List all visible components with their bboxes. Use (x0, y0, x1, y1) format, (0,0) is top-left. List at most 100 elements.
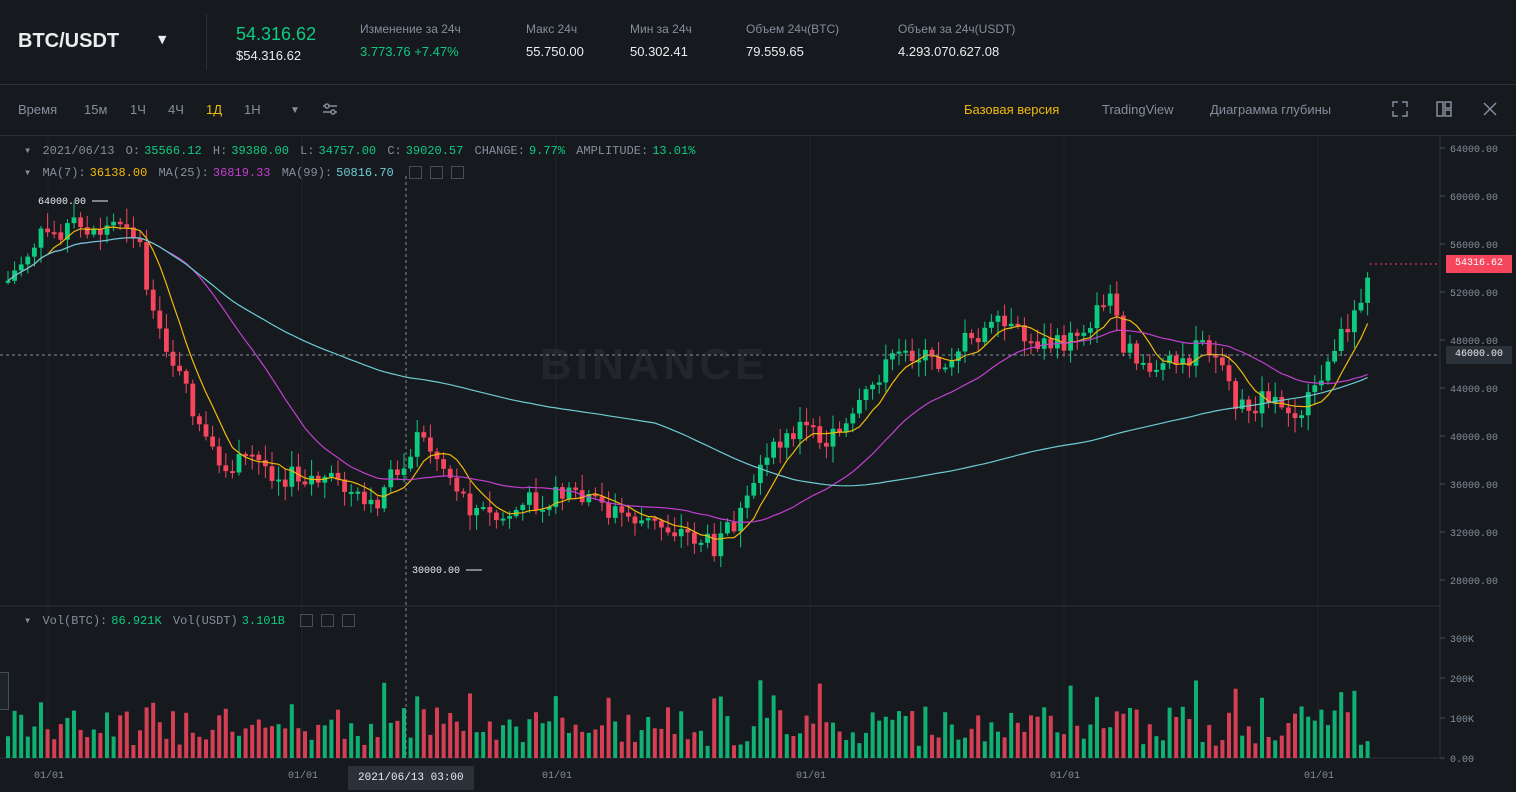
price-tick-label: 40000.00 (1450, 433, 1498, 444)
high-marker-label: 64000.00 (38, 197, 86, 208)
candle-body (157, 310, 163, 329)
view-depth-chart[interactable]: Диаграмма глубины (1210, 102, 1331, 117)
binance-watermark: BINANCE (540, 340, 769, 389)
ma-settings-icon[interactable] (408, 166, 422, 180)
interval-1d[interactable]: 1Д (206, 102, 222, 117)
candle-body (850, 413, 856, 424)
panel-resize-handle[interactable] (0, 672, 9, 710)
legend-change-label: CHANGE: (474, 144, 525, 158)
volume-bar (626, 714, 631, 758)
volume-bar (890, 719, 895, 758)
stat-label: Макс 24ч (526, 22, 578, 36)
candle-body (1048, 338, 1054, 349)
interval-4h[interactable]: 4Ч (168, 102, 184, 117)
candle-body (263, 460, 268, 467)
vol-visibility-icon[interactable] (321, 614, 335, 628)
candle-body (619, 506, 625, 513)
legend-close: 39020.57 (405, 144, 464, 158)
volume-bar (1220, 740, 1225, 758)
candle-body (909, 350, 915, 362)
stat-low: Мин за 24ч 50.302.41 (630, 22, 692, 59)
volume-bar (1306, 716, 1311, 758)
volume-bar (283, 728, 288, 758)
volume-bar (758, 680, 763, 758)
ma-close-icon[interactable] (450, 166, 464, 180)
interval-1w[interactable]: 1Н (244, 102, 261, 117)
candle-body (1338, 328, 1344, 351)
candle-body (890, 353, 895, 360)
view-basic[interactable]: Базовая версия (964, 102, 1059, 117)
vol-close-icon[interactable] (342, 614, 356, 628)
volume-bar (553, 696, 558, 758)
candle-body (1286, 407, 1291, 414)
chevron-down-icon[interactable]: ▼ (158, 33, 166, 46)
candlestick-chart[interactable]: 64000.0060000.0056000.0052000.0048000.00… (0, 136, 1516, 792)
volume-bar (98, 733, 103, 758)
candle-body (962, 332, 968, 352)
volume-bar (804, 715, 809, 758)
volume-bar (593, 729, 598, 758)
legend-amplitude: 13.01% (652, 144, 696, 158)
volume-bar (613, 721, 618, 758)
volume-bar (864, 732, 868, 758)
volume-bar (388, 722, 393, 758)
layout-grid-icon[interactable] (1434, 99, 1454, 119)
candle-body (731, 522, 737, 532)
candle-body (500, 518, 506, 521)
settings-sliders-icon[interactable] (320, 99, 340, 119)
candle-body (626, 512, 631, 517)
volume-bar (507, 719, 512, 758)
candle-body (791, 433, 796, 440)
pair-selector[interactable]: BTC/USDT (18, 30, 119, 53)
volume-bar (1134, 709, 1139, 758)
close-icon[interactable] (1480, 99, 1500, 119)
volume-bar (421, 709, 426, 758)
candle-body (659, 520, 664, 528)
candle-body (1154, 369, 1159, 372)
volume-bar (580, 731, 585, 758)
collapse-arrow-icon[interactable]: ▾ (24, 166, 31, 180)
volume-bar (138, 730, 142, 758)
volume-bar (732, 745, 736, 758)
volume-bar (560, 717, 565, 758)
volume-bar (441, 723, 446, 758)
candle-body (144, 242, 149, 290)
view-tradingview[interactable]: TradingView (1102, 102, 1174, 117)
volume-bar (256, 719, 261, 758)
volume-bar (1154, 736, 1159, 758)
candle-body (414, 432, 420, 457)
volume-bar (1279, 735, 1284, 758)
candle-body (381, 487, 387, 509)
volume-bar (699, 730, 703, 758)
volume-bar (382, 682, 387, 758)
volume-bar (784, 734, 789, 758)
volume-bar (501, 725, 505, 758)
volume-bar (1207, 724, 1212, 758)
volume-bar (237, 735, 241, 758)
volume-bar (600, 725, 604, 758)
volume-bar (936, 737, 941, 758)
candle-body (777, 441, 783, 448)
collapse-arrow-icon[interactable]: ▾ (24, 614, 31, 628)
candle-body (474, 508, 479, 516)
volume-bar (712, 698, 717, 758)
volume-bar (151, 702, 156, 758)
interval-dropdown-icon[interactable]: ▼ (290, 105, 300, 116)
volume-bar (943, 712, 948, 758)
fullscreen-icon[interactable] (1390, 99, 1410, 119)
candle-body (612, 506, 618, 518)
interval-1h[interactable]: 1Ч (130, 102, 146, 117)
volume-bar (778, 710, 783, 758)
collapse-arrow-icon[interactable]: ▾ (24, 144, 31, 158)
ma-visibility-icon[interactable] (429, 166, 443, 180)
vol-btc-label: Vol(BTC): (42, 614, 108, 628)
volume-bar (336, 709, 340, 758)
volume-bar (1147, 724, 1152, 758)
volume-bar (1253, 743, 1258, 758)
crosshair-time-tag: 2021/06/13 03:00 (348, 766, 474, 790)
candle-body (441, 459, 446, 469)
volume-bar (395, 720, 400, 758)
vol-settings-icon[interactable] (300, 614, 314, 628)
candle-body (1088, 328, 1093, 333)
interval-15m[interactable]: 15м (84, 102, 107, 117)
